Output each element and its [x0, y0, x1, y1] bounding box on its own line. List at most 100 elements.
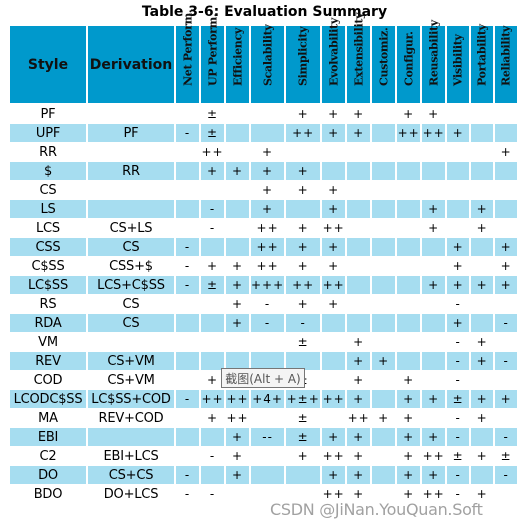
rating-cell [199, 294, 226, 314]
rating-cell [370, 180, 398, 200]
rating-cell [320, 370, 348, 390]
column-header-label: Simplicity [296, 26, 310, 86]
rating-cell: + [469, 446, 496, 466]
style-cell: LC$SS [8, 275, 88, 295]
rating-cell: + [445, 275, 472, 295]
rating-cell [224, 123, 251, 143]
rating-cell: ± [199, 275, 226, 295]
rating-cell: ++ [420, 123, 448, 143]
rating-cell [469, 427, 496, 447]
rating-cell [370, 389, 398, 409]
rating-cell: + [320, 123, 348, 143]
rating-cell: - [445, 370, 472, 390]
rating-cell: ± [445, 446, 472, 466]
rating-cell [395, 275, 423, 295]
style-cell: C$SS [8, 256, 88, 276]
rating-cell [395, 294, 423, 314]
derivation-cell: CS [86, 313, 176, 333]
rating-cell [248, 465, 287, 485]
rating-cell [320, 408, 348, 428]
rating-cell: + [248, 161, 287, 181]
rating-cell [370, 161, 398, 181]
rating-cell [248, 123, 287, 143]
rating-cell [345, 161, 373, 181]
column-header-property: Configur. [395, 24, 423, 105]
rating-cell: ++ [320, 218, 348, 238]
rating-cell [199, 465, 226, 485]
rating-cell [469, 465, 496, 485]
derivation-cell: PF [86, 123, 176, 143]
rating-cell [445, 161, 472, 181]
rating-cell [445, 199, 472, 219]
rating-cell [224, 237, 251, 257]
table-row: LCS CS+LS - ++ + ++ + + [8, 218, 520, 238]
table-row: MA REV+COD + ++ ± ++ + + - + [8, 408, 520, 428]
column-header-property: Simplicity [284, 24, 323, 105]
rating-cell [395, 180, 423, 200]
rating-cell: - [199, 218, 226, 238]
rating-cell [174, 199, 201, 219]
rating-cell: + [395, 103, 423, 124]
rating-cell [395, 161, 423, 181]
rating-cell: ++ [224, 408, 251, 428]
rating-cell [248, 103, 287, 124]
style-cell: $ [8, 161, 88, 181]
rating-cell: + [445, 256, 472, 276]
rating-cell: ++ [248, 218, 287, 238]
header-row: Style Derivation Net Perform. UP Perform.… [8, 10, 520, 105]
rating-cell: ± [284, 427, 323, 447]
rating-cell: ++ [284, 123, 323, 143]
rating-cell: - [445, 351, 472, 371]
column-header-label: Visibility [451, 34, 465, 86]
rating-cell [199, 313, 226, 333]
rating-cell [174, 161, 201, 181]
rating-cell [320, 313, 348, 333]
table-row: RR ++ + + [8, 142, 520, 162]
rating-cell: + [284, 237, 323, 257]
rating-cell [469, 370, 496, 390]
column-header-property: Reliability [493, 24, 520, 105]
table-row: C2 EBI+LCS - + + ++ + + ++ ± + ± [8, 446, 520, 466]
column-header-label: Reliability [499, 25, 513, 86]
rating-cell [345, 313, 373, 333]
rating-cell: + [345, 332, 373, 352]
rating-cell: + [199, 256, 226, 276]
rating-cell [370, 218, 398, 238]
rating-cell [445, 142, 472, 162]
rating-cell: + [395, 408, 423, 428]
rating-cell [370, 256, 398, 276]
column-header-property: Visibility [445, 24, 472, 105]
derivation-cell: CS+VM [86, 370, 176, 390]
rating-cell: + [493, 389, 520, 409]
rating-cell: + [224, 275, 251, 295]
rating-cell: + [320, 256, 348, 276]
rating-cell: + [395, 427, 423, 447]
table-row: LS - + + + + [8, 199, 520, 219]
rating-cell: + [493, 237, 520, 257]
rating-cell: +++ [248, 275, 287, 295]
column-header-label: Configur. [402, 31, 416, 86]
rating-cell: + [199, 161, 226, 181]
rating-cell [199, 237, 226, 257]
rating-cell [445, 218, 472, 238]
rating-cell: + [469, 275, 496, 295]
watermark: CSDN @JiNan.YouQuan.Soft [270, 500, 483, 519]
rating-cell [420, 408, 448, 428]
rating-cell [493, 370, 520, 390]
style-cell: MA [8, 408, 88, 428]
rating-cell: ± [493, 446, 520, 466]
rating-cell: ± [199, 123, 226, 143]
rating-cell: + [395, 389, 423, 409]
rating-cell: + [284, 161, 323, 181]
derivation-cell [86, 332, 176, 352]
rating-cell: + [284, 103, 323, 124]
rating-cell [395, 142, 423, 162]
rating-cell: + [469, 199, 496, 219]
style-cell: LS [8, 199, 88, 219]
rating-cell: + [284, 294, 323, 314]
rating-cell: ++ [199, 389, 226, 409]
rating-cell: - [174, 256, 201, 276]
rating-cell: +±+ [284, 389, 323, 409]
table-row: UPF PF - ± ++ + + ++ ++ + [8, 123, 520, 143]
derivation-cell: CS+LS [86, 218, 176, 238]
